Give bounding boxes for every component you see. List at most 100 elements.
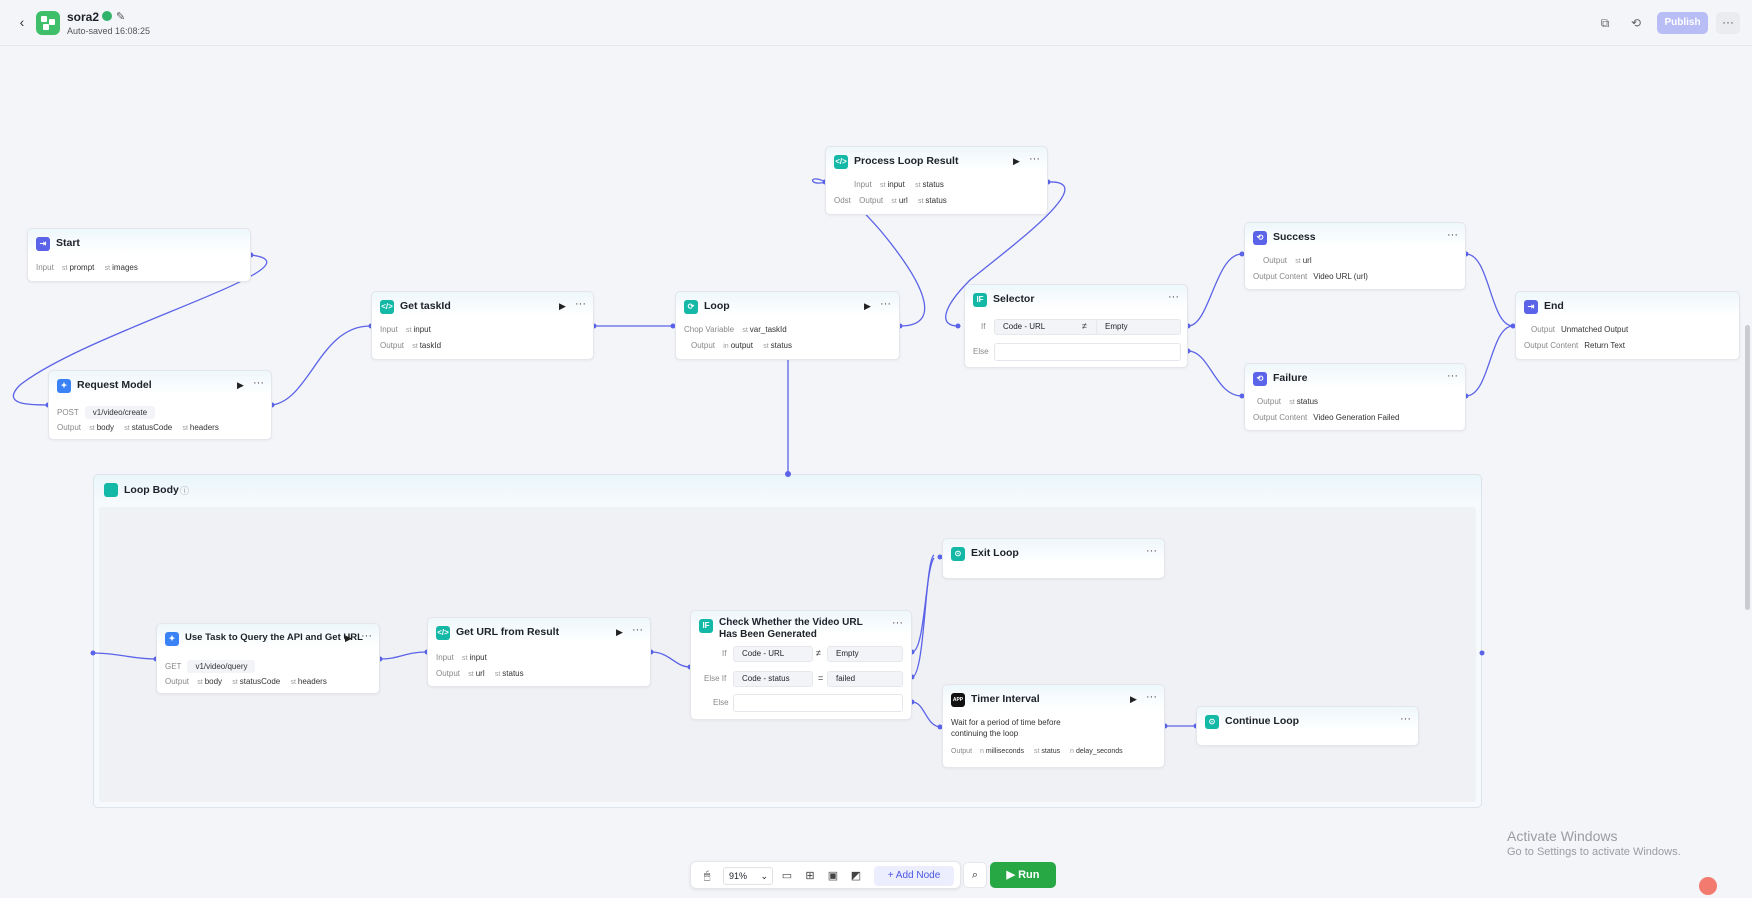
else-branch[interactable]: [994, 343, 1181, 361]
end-icon: ⇥: [1524, 300, 1538, 314]
node-title: Request Model: [77, 379, 152, 391]
http-icon: ✦: [165, 632, 179, 646]
if-condition-left[interactable]: Code - URL: [733, 646, 813, 662]
edge-usetask-geturl: [379, 651, 428, 660]
edge-selector-success: [1187, 253, 1243, 327]
node-outputs: Output n milliseconds st status n delay_sec…: [951, 748, 1123, 755]
code-icon: </>: [380, 300, 394, 314]
comment-icon[interactable]: ▭: [779, 868, 795, 884]
loop-variable-row: Chop Variable st var_taskId: [684, 325, 787, 334]
node-end[interactable]: ⇥ End Output Unmatched Output Output Cont…: [1515, 291, 1740, 360]
image-icon[interactable]: ▣: [825, 868, 841, 884]
output-content-row: Output Content Return Text: [1524, 341, 1626, 350]
if-operator: ≠: [816, 648, 821, 658]
add-node-button[interactable]: + Add Node: [874, 866, 954, 886]
code-icon: </>: [834, 155, 848, 169]
play-icon[interactable]: ▶: [559, 301, 566, 312]
node-exit-loop[interactable]: ⊙ Exit Loop ···: [942, 538, 1165, 579]
windows-watermark-subtitle: Go to Settings to activate Windows.: [1507, 846, 1681, 858]
layout-icon[interactable]: ⊞: [802, 868, 818, 884]
node-check-video-url[interactable]: IF Check Whether the Video URL Has Been …: [690, 610, 912, 720]
play-icon[interactable]: ▶: [1013, 156, 1020, 167]
node-title: Process Loop Result: [854, 155, 959, 167]
node-inputs: Input st prompt st images: [36, 263, 138, 272]
request-url-row: GET v1/video/query: [165, 660, 256, 673]
play-icon[interactable]: ▶: [345, 633, 352, 644]
node-title: Continue Loop: [1225, 715, 1300, 727]
edge-failure-end: [1465, 325, 1514, 397]
node-more-icon[interactable]: ···: [1447, 229, 1458, 241]
node-use-task-query[interactable]: ✦ Use Task to Query the API and Get URL …: [156, 623, 380, 694]
node-more-icon[interactable]: ···: [632, 624, 643, 636]
assistant-avatar[interactable]: [1699, 877, 1717, 895]
elseif-label: Else If: [704, 674, 727, 683]
node-title: Loop: [704, 300, 730, 312]
node-title: Check Whether the Video URL: [719, 617, 863, 628]
app-icon: APP: [951, 693, 965, 707]
condition-operator: ≠: [1082, 321, 1087, 331]
output-content-row: Output Content Video Generation Failed: [1253, 413, 1400, 422]
node-more-icon[interactable]: ···: [253, 377, 264, 389]
play-icon[interactable]: ▶: [864, 301, 871, 312]
zoom-select[interactable]: 91% ⌄: [723, 867, 773, 885]
node-title: End: [1544, 300, 1564, 312]
node-title: Get taskId: [400, 300, 451, 312]
node-request-model[interactable]: ✦ Request Model ▶ ··· POST v1/video/creat…: [48, 370, 272, 440]
node-failure[interactable]: ⟲ Failure ··· Output st status Output Con…: [1244, 363, 1466, 431]
node-success[interactable]: ⟲ Success ··· Output st url Output Conten…: [1244, 222, 1466, 290]
node-title: Use Task to Query the API and Get URL: [185, 632, 363, 643]
node-more-icon[interactable]: ···: [361, 630, 372, 642]
node-title-line2: Has Been Generated: [719, 629, 817, 640]
node-inputs: Input st input: [380, 325, 431, 334]
node-more-icon[interactable]: ···: [1400, 713, 1411, 725]
continue-icon: ⊙: [1205, 715, 1219, 729]
node-process-loop-result[interactable]: </> Process Loop Result ▶ ··· Input st in…: [825, 146, 1048, 215]
node-get-url-from-result[interactable]: </> Get URL from Result ▶ ··· Input st in…: [427, 617, 651, 687]
play-icon[interactable]: ▶: [616, 627, 623, 638]
node-more-icon[interactable]: ···: [575, 298, 586, 310]
zoom-fit-icon[interactable]: ⌕: [963, 862, 987, 888]
node-more-icon[interactable]: ···: [1447, 370, 1458, 382]
condition-right[interactable]: Empty: [1096, 319, 1181, 335]
node-outputs: Output st url: [1263, 256, 1312, 265]
code-icon: </>: [436, 626, 450, 640]
node-loop[interactable]: ⟳ Loop ▶ ··· Chop Variable st var_taskId …: [675, 291, 900, 360]
node-more-icon[interactable]: ···: [1146, 545, 1157, 557]
else-label: Else: [973, 347, 989, 356]
node-title: Success: [1273, 231, 1316, 243]
if-icon: IF: [973, 293, 987, 307]
run-button[interactable]: ▶ Run: [990, 862, 1056, 888]
node-outputs: Output Unmatched Output: [1531, 325, 1629, 334]
node-start[interactable]: ⇥ Start Input st prompt st images: [27, 228, 251, 282]
output-icon: ⟲: [1253, 372, 1267, 386]
mouse-mode-icon[interactable]: 🖱: [699, 868, 715, 884]
elseif-condition-right[interactable]: failed: [827, 671, 903, 687]
node-outputs: Output st body st statusCode st headers: [57, 423, 219, 432]
edge-check-timer: [911, 701, 941, 728]
node-selector[interactable]: IF Selector ··· If Code - URL ≠ Empty El…: [964, 284, 1188, 368]
node-description-line2: continuing the loop: [951, 729, 1019, 738]
if-condition-right[interactable]: Empty: [827, 646, 903, 662]
windows-watermark-title: Activate Windows: [1507, 828, 1618, 844]
node-title: Selector: [993, 293, 1035, 305]
vertical-scrollbar[interactable]: [1745, 325, 1750, 610]
node-more-icon[interactable]: ···: [892, 617, 903, 629]
play-icon[interactable]: ▶: [237, 380, 244, 391]
if-label: If: [722, 649, 727, 658]
condition-left[interactable]: Code - URL: [994, 319, 1109, 335]
else-label: Else: [713, 698, 729, 707]
play-icon[interactable]: ▶: [1130, 694, 1137, 705]
minimap-icon[interactable]: ◩: [848, 868, 864, 884]
node-more-icon[interactable]: ···: [1168, 291, 1179, 303]
node-continue-loop[interactable]: ⊙ Continue Loop ···: [1196, 706, 1419, 746]
node-get-taskid[interactable]: </> Get taskId ▶ ··· Input st input Outpu…: [371, 291, 594, 360]
node-more-icon[interactable]: ···: [880, 298, 891, 310]
elseif-condition-left[interactable]: Code - status: [733, 671, 813, 687]
node-more-icon[interactable]: ···: [1029, 153, 1040, 165]
node-outputs: Output in output st status: [691, 341, 792, 350]
edges-layer: [12, 178, 1516, 730]
else-branch[interactable]: [733, 694, 903, 712]
node-more-icon[interactable]: ···: [1146, 691, 1157, 703]
if-icon: IF: [699, 619, 713, 633]
node-timer-interval[interactable]: APP Timer Interval ▶ ··· Wait for a peri…: [942, 684, 1165, 768]
